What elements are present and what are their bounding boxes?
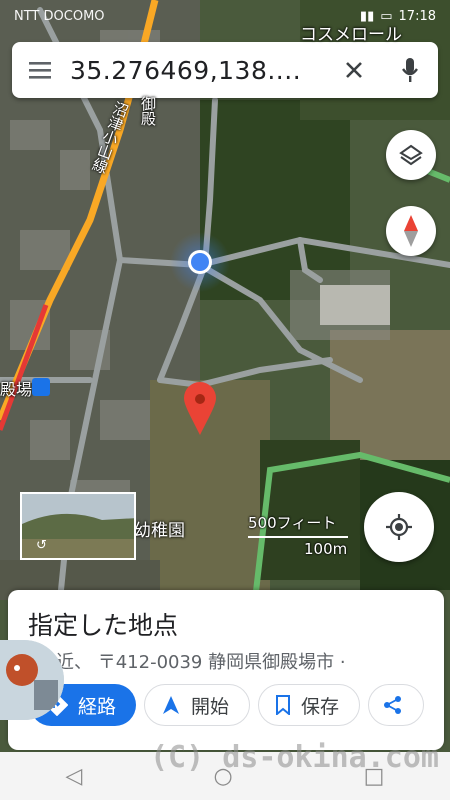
save-button[interactable]: 保存 (258, 684, 361, 726)
map-label-station[interactable]: 殿場 (0, 376, 32, 400)
scale-bar: 500フィート 100m (248, 512, 348, 558)
search-query[interactable]: 35.276469,138.... (70, 56, 326, 85)
place-address: 付近、 〒412-0039 静岡県御殿場市 · (38, 652, 346, 673)
watermark: (C) ds-okina.com (150, 740, 439, 775)
scale-metric: 100m (304, 540, 348, 558)
my-location-icon (386, 514, 412, 540)
carrier-label: NTT DOCOMO (14, 8, 105, 24)
share-icon (384, 696, 402, 714)
share-button[interactable] (368, 684, 425, 726)
start-label: 開始 (191, 695, 230, 718)
directions-label: 経路 (78, 695, 117, 718)
map-label-kindergarten[interactable]: 幼稚園 (134, 516, 185, 541)
time-label: 17:18 (398, 8, 436, 24)
place-sheet[interactable]: 指定した地点 付近、 〒412-0039 静岡県御殿場市 · 経路 開始 保存 (8, 590, 444, 750)
my-location-button[interactable] (364, 492, 434, 562)
close-icon[interactable] (326, 42, 382, 98)
navigation-arrow-icon (163, 696, 180, 714)
train-station-icon[interactable] (32, 378, 50, 396)
compass-button[interactable] (386, 206, 436, 256)
mic-icon[interactable] (382, 42, 438, 98)
layers-icon (399, 144, 423, 166)
action-buttons: 経路 開始 保存 (30, 684, 425, 726)
menu-icon[interactable] (12, 42, 70, 98)
place-title: 指定した地点 (28, 611, 179, 640)
map-label-place[interactable]: コスメロール (300, 20, 402, 45)
street-view-360-icon: ↺ (36, 538, 47, 553)
scale-line (248, 535, 348, 538)
start-button[interactable]: 開始 (144, 684, 251, 726)
scale-imperial: 500フィート (248, 514, 337, 532)
save-label: 保存 (301, 695, 340, 718)
layers-button[interactable] (386, 130, 436, 180)
search-bar[interactable]: 35.276469,138.... (12, 42, 438, 98)
street-view-thumbnail[interactable]: ↺ (20, 492, 136, 560)
compass-icon (404, 215, 418, 247)
back-icon[interactable]: ◁ (66, 764, 83, 789)
map-label-road-2: 御殿 (139, 96, 157, 126)
bookmark-icon (276, 695, 291, 715)
